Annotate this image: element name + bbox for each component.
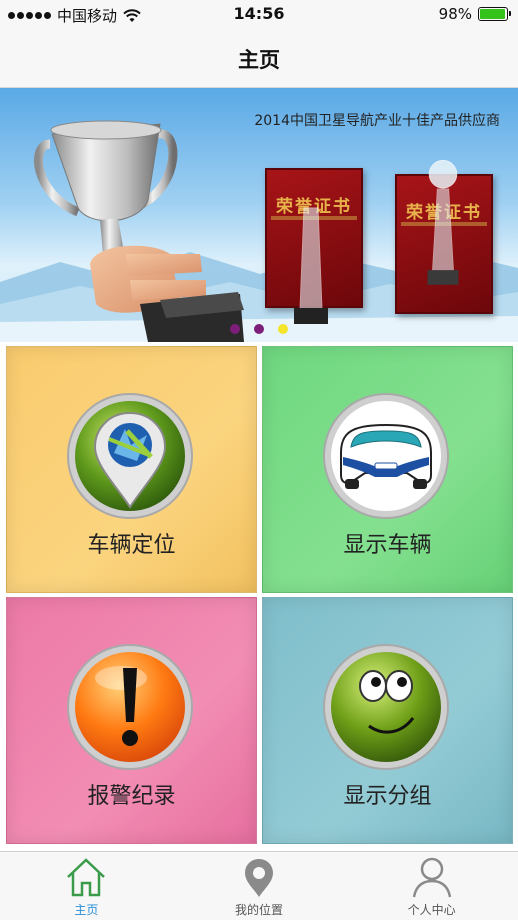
tile-show-groups[interactable]: 显示分组 — [262, 597, 513, 844]
battery-icon — [478, 7, 511, 21]
location-icon — [245, 859, 273, 897]
carousel-dot[interactable] — [254, 324, 264, 334]
tab-bar: 主页 我的位置 个人中心 — [0, 851, 518, 920]
car-icon — [323, 393, 449, 519]
battery-percent: 98% — [438, 5, 472, 23]
tab-my-location[interactable]: 我的位置 — [173, 852, 346, 920]
tile-show-vehicles[interactable]: 显示车辆 — [262, 346, 513, 593]
tab-label: 个人中心 — [407, 903, 456, 917]
carousel-page-indicator[interactable] — [230, 324, 288, 334]
app-screen: 中国移动 14:56 98% 主页 2014中国卫星导航产业十佳产品供应商 荣誉… — [0, 0, 518, 920]
banner-carousel[interactable]: 2014中国卫星导航产业十佳产品供应商 荣誉证书 — [0, 88, 518, 342]
glass-trophy-left — [294, 207, 328, 324]
page-title: 主页 — [238, 47, 280, 72]
banner-caption: 2014中国卫星导航产业十佳产品供应商 — [254, 113, 500, 129]
tile-label: 车辆定位 — [87, 533, 176, 558]
status-bar: 中国移动 14:56 98% — [0, 0, 518, 30]
tab-personal-center[interactable]: 个人中心 — [345, 852, 518, 920]
home-icon — [67, 858, 106, 897]
tile-label: 报警纪录 — [87, 784, 176, 809]
smiley-icon — [323, 644, 449, 770]
tile-alarm-records[interactable]: 报警纪录 — [6, 597, 257, 844]
tab-label: 我的位置 — [235, 903, 284, 917]
carousel-dot[interactable] — [230, 324, 240, 334]
glass-trophy-right — [427, 160, 459, 285]
tile-label: 显示车辆 — [343, 533, 432, 558]
location-pin-icon — [67, 393, 193, 519]
tile-vehicle-location[interactable]: 车辆定位 — [6, 346, 257, 593]
tab-home[interactable]: 主页 — [0, 852, 173, 920]
tab-label: 主页 — [74, 903, 99, 917]
tile-label: 显示分组 — [343, 784, 432, 809]
carousel-dot[interactable] — [278, 324, 288, 334]
alert-icon — [67, 644, 193, 770]
trophy-image — [33, 120, 244, 342]
status-right: 98% — [438, 5, 511, 23]
person-icon — [412, 857, 451, 898]
navigation-bar: 主页 — [0, 30, 518, 88]
battery-level — [480, 9, 506, 19]
